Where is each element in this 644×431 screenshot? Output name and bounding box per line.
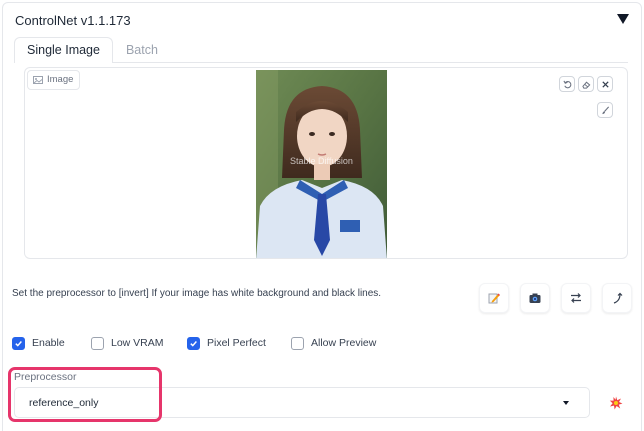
pixel-perfect-label: Pixel Perfect (207, 337, 266, 349)
curve-arrow-icon[interactable] (602, 283, 632, 313)
action-buttons (479, 283, 632, 313)
allow-preview-checkbox[interactable]: Allow Preview (291, 336, 377, 350)
swap-icon[interactable] (561, 283, 591, 313)
image-toolbar (559, 76, 613, 92)
edit-icon[interactable] (479, 283, 509, 313)
enable-label: Enable (32, 337, 65, 349)
chevron-down-icon (563, 401, 569, 405)
preprocessor-value: reference_only (29, 397, 99, 409)
undo-icon[interactable] (559, 76, 575, 92)
checkbox-empty-icon (91, 336, 104, 350)
panel-title: ControlNet v1.1.173 (15, 13, 131, 28)
checkbox-empty-icon (291, 336, 304, 350)
close-icon[interactable] (597, 76, 613, 92)
eraser-icon[interactable] (578, 76, 594, 92)
preprocessor-hint: Set the preprocessor to [invert] If your… (12, 288, 382, 299)
option-checkboxes: Enable Low VRAM Pixel Perfect Allow Prev… (12, 335, 376, 351)
preprocessor-select[interactable]: reference_only (14, 387, 590, 418)
tab-batch[interactable]: Batch (113, 37, 171, 63)
uploaded-photo: Stable Diffusion (256, 70, 387, 258)
explosion-icon[interactable] (603, 390, 629, 416)
camera-icon[interactable] (520, 283, 550, 313)
checkbox-checked-icon (12, 336, 25, 350)
tab-bar: Single Image Batch (14, 37, 171, 63)
image-upload-area[interactable]: Image Stable Diffusion (24, 67, 628, 259)
pixel-perfect-checkbox[interactable]: Pixel Perfect (187, 336, 291, 350)
checkbox-checked-icon (187, 336, 200, 350)
image-label: Image (27, 70, 81, 90)
low-vram-label: Low VRAM (111, 337, 164, 349)
allow-preview-label: Allow Preview (311, 337, 377, 349)
image-icon (33, 76, 43, 84)
enable-checkbox[interactable]: Enable (12, 336, 91, 350)
image-label-text: Image (47, 74, 74, 85)
triangle-down-icon[interactable] (617, 14, 629, 24)
brush-icon[interactable] (597, 102, 613, 118)
photo-watermark: Stable Diffusion (290, 156, 353, 166)
tab-single-image[interactable]: Single Image (14, 37, 113, 63)
preprocessor-label: Preprocessor (14, 371, 77, 383)
low-vram-checkbox[interactable]: Low VRAM (91, 336, 187, 350)
